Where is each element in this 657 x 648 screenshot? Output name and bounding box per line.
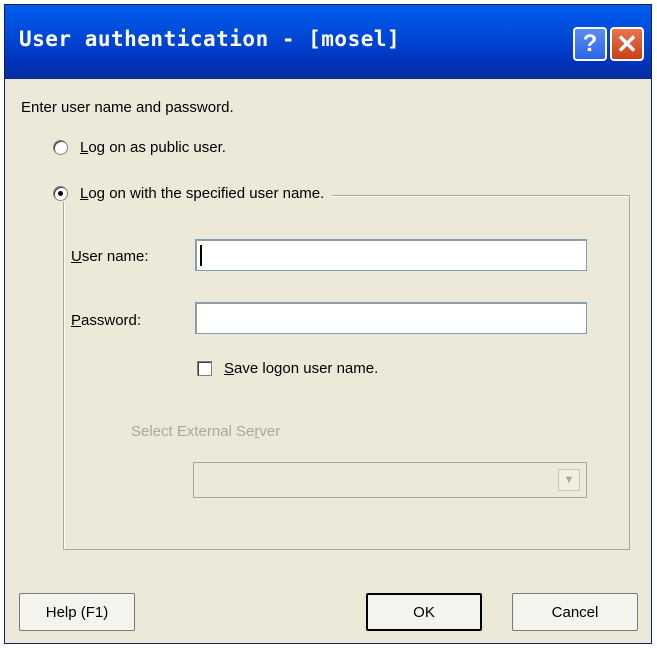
public-user-label-text: og on as public user. — [88, 139, 226, 156]
help-button[interactable]: Help (F1) — [19, 593, 135, 631]
user-name-label: User name: — [71, 248, 149, 265]
external-server-label: Select External Server — [131, 423, 280, 440]
instruction-text: Enter user name and password. — [21, 99, 234, 116]
help-glyph: ? — [582, 30, 598, 57]
save-logon-label: Save logon user name. — [224, 360, 378, 377]
specified-user-radio-option[interactable]: Log on with the specified user name. — [53, 185, 333, 202]
close-glyph: ✕ — [616, 28, 638, 59]
specified-user-label: Log on with the specified user name. — [80, 185, 324, 202]
public-user-label: Log on as public user. — [80, 139, 226, 156]
user-name-mnemonic: U — [71, 248, 82, 265]
external-server-label-start: Select External Se — [131, 423, 255, 440]
user-name-input[interactable] — [195, 239, 587, 271]
save-logon-checkbox[interactable] — [197, 361, 212, 376]
external-server-select: ▼ — [193, 462, 587, 498]
chevron-down-icon: ▼ — [558, 469, 580, 491]
save-logon-mnemonic: S — [224, 360, 235, 377]
save-logon-label-text: ave logon user name. — [234, 360, 379, 377]
password-mnemonic: P — [71, 312, 82, 329]
specified-user-label-text: og on with the specified user name. — [88, 185, 325, 202]
user-name-label-text: ser name: — [81, 248, 149, 265]
public-user-radio-option[interactable]: Log on as public user. — [53, 139, 234, 156]
external-server-label-end: ver — [259, 423, 281, 440]
user-authentication-dialog: User authentication - [mosel] ? ✕ Enter … — [4, 4, 652, 644]
save-logon-option[interactable]: Save logon user name. — [197, 360, 378, 377]
password-label: Password: — [71, 312, 141, 329]
password-input[interactable] — [195, 302, 587, 334]
specified-user-radio[interactable] — [53, 186, 68, 201]
password-label-text: assword: — [81, 312, 142, 329]
help-icon[interactable]: ? — [573, 27, 607, 61]
public-user-radio[interactable] — [53, 140, 68, 155]
text-caret — [200, 245, 202, 266]
cancel-button[interactable]: Cancel — [512, 593, 638, 631]
title-bar[interactable]: User authentication - [mosel] ? ✕ — [5, 5, 651, 79]
ok-button[interactable]: OK — [366, 593, 482, 631]
close-icon[interactable]: ✕ — [610, 27, 644, 61]
window-title: User authentication - [mosel] — [19, 27, 401, 51]
